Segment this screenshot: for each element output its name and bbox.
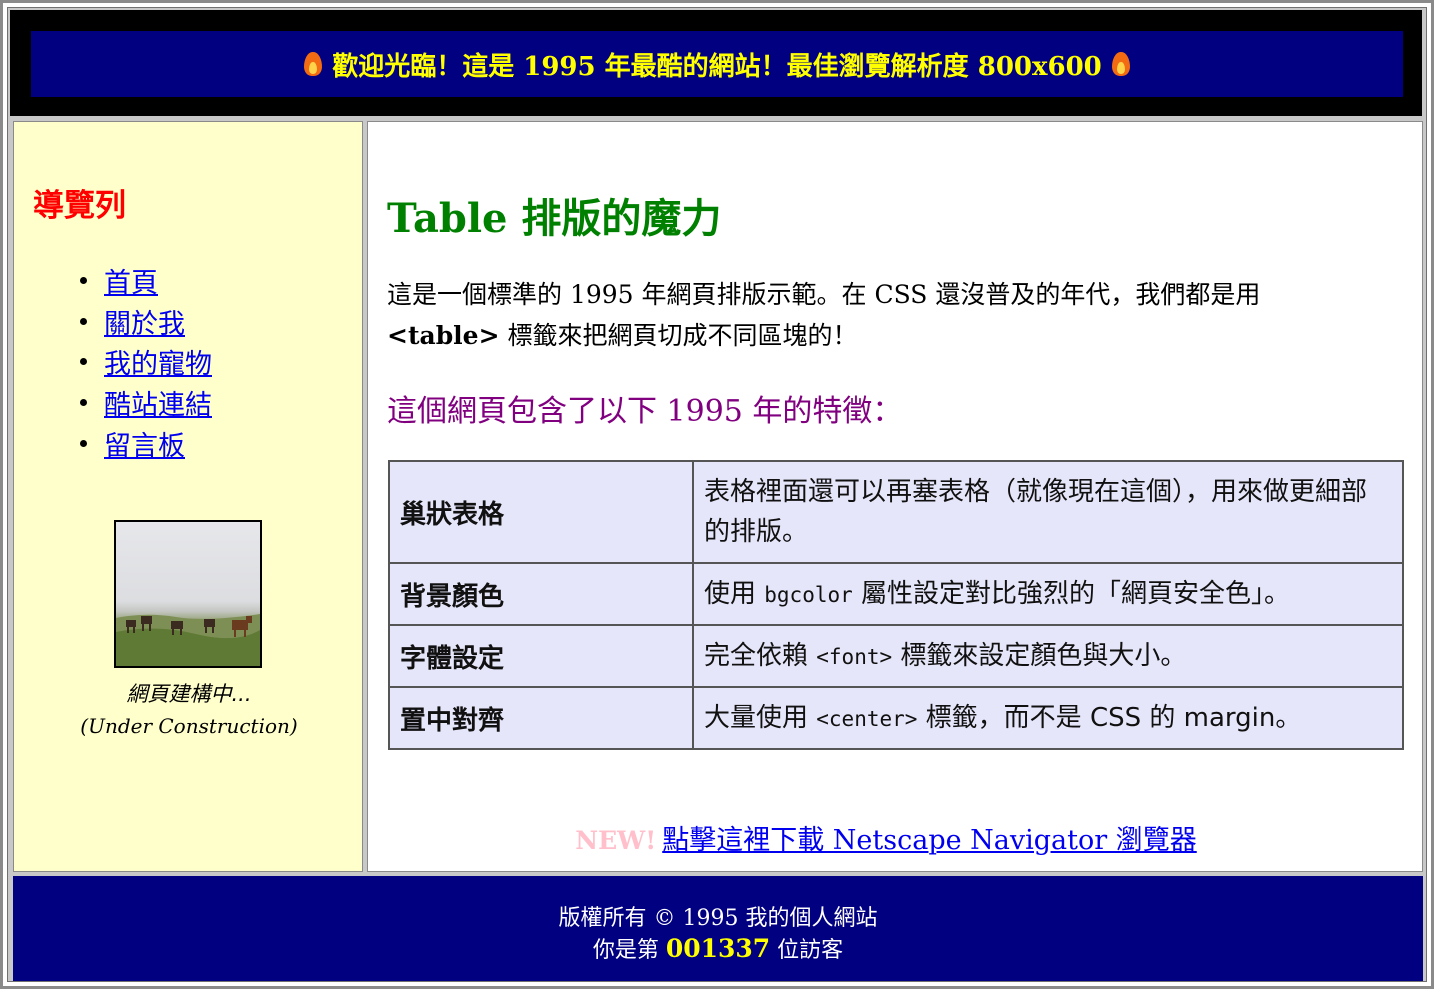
visitor-counter: 001337 bbox=[665, 934, 771, 963]
page-frame: 歡迎光臨！這是 1995 年最酷的網站！最佳瀏覽解析度 800x600 導覽列 … bbox=[0, 0, 1434, 989]
nav-title: 導覽列 bbox=[33, 188, 126, 224]
feature-description-text: 屬性設定對比強烈的「網頁安全色」。 bbox=[852, 578, 1291, 609]
header: 歡迎光臨！這是 1995 年最酷的網站！最佳瀏覽解析度 800x600 bbox=[10, 10, 1422, 116]
download-section: NEW! 點擊這裡下載 Netscape Navigator 瀏覽器 bbox=[368, 818, 1404, 857]
nav-link-guestbook[interactable]: 留言板 bbox=[104, 424, 185, 463]
construction-caption-en: (Under Construction) bbox=[80, 714, 298, 738]
nav-link-pets[interactable]: 我的寵物 bbox=[104, 342, 212, 381]
feature-description-text: 標籤，而不是 CSS 的 margin。 bbox=[917, 702, 1302, 733]
feature-description: 表格裡面還可以再塞表格（就像現在這個），用來做更細部的排版。 bbox=[692, 460, 1404, 564]
intro-paragraph: 這是一個標準的 1995 年網頁排版示範。在 CSS 還沒普及的年代，我們都是用… bbox=[387, 274, 1387, 356]
visitor-suffix: 位訪客 bbox=[770, 938, 844, 963]
features-table: 巢狀表格 表格裡面還可以再塞表格（就像現在這個），用來做更細部的排版。 背景顏色… bbox=[388, 460, 1404, 750]
nav-link-cool-links[interactable]: 酷站連結 bbox=[104, 383, 212, 422]
feature-name: 背景顏色 bbox=[388, 562, 694, 626]
banner-text: 歡迎光臨！這是 1995 年最酷的網站！最佳瀏覽解析度 800x600 bbox=[332, 51, 1102, 82]
nav-list: 首頁 關於我 我的寵物 酷站連結 留言板 bbox=[80, 260, 212, 463]
feature-description-text: 完全依賴 bbox=[704, 640, 817, 671]
feature-name: 字體設定 bbox=[388, 624, 694, 688]
nav-item-cool-links: 酷站連結 bbox=[80, 382, 212, 423]
nav-item-guestbook: 留言板 bbox=[80, 423, 212, 464]
feature-description-text: 表格裡面還可以再塞表格（就像現在這個），用來做更細部的排版。 bbox=[704, 477, 1368, 547]
table-row: 背景顏色 使用 bgcolor 屬性設定對比強烈的「網頁安全色」。 bbox=[388, 562, 1404, 626]
intro-table-tag: <table> bbox=[387, 321, 500, 350]
main-content: Table 排版的魔力 這是一個標準的 1995 年網頁排版示範。在 CSS 還… bbox=[367, 121, 1423, 872]
copyright-text: 版權所有 © 1995 我的個人網站 bbox=[558, 906, 878, 931]
feature-description: 大量使用 <center> 標籤，而不是 CSS 的 margin。 bbox=[692, 686, 1404, 750]
nav-item-about: 關於我 bbox=[80, 301, 212, 342]
fire-icon bbox=[302, 49, 324, 79]
construction-caption: 網頁建構中... bbox=[126, 682, 252, 706]
feature-code: bgcolor bbox=[764, 582, 853, 607]
feature-name: 巢狀表格 bbox=[388, 460, 694, 564]
nav-item-home: 首頁 bbox=[80, 260, 212, 301]
feature-name: 置中對齊 bbox=[388, 686, 694, 750]
table-row: 置中對齊 大量使用 <center> 標籤，而不是 CSS 的 margin。 bbox=[388, 686, 1404, 750]
nav-link-home[interactable]: 首頁 bbox=[104, 261, 158, 300]
feature-description: 完全依賴 <font> 標籤來設定顏色與大小。 bbox=[692, 624, 1404, 688]
new-badge: NEW! bbox=[575, 826, 657, 855]
page-title: Table 排版的魔力 bbox=[387, 195, 722, 242]
feature-description-text: 大量使用 bbox=[704, 702, 817, 733]
intro-text: 這是一個標準的 1995 年網頁排版示範。在 CSS 還沒普及的年代，我們都是用 bbox=[387, 280, 1261, 309]
feature-description: 使用 bgcolor 屬性設定對比強烈的「網頁安全色」。 bbox=[692, 562, 1404, 626]
feature-description-text: 使用 bbox=[704, 578, 765, 609]
footer: 版權所有 © 1995 我的個人網站 你是第 001337 位訪客 bbox=[13, 876, 1423, 981]
sidebar: 導覽列 首頁 關於我 我的寵物 酷站連結 留言板 網頁建構中... (Under… bbox=[13, 121, 363, 872]
nav-link-about[interactable]: 關於我 bbox=[104, 302, 185, 341]
visitor-prefix: 你是第 bbox=[592, 938, 666, 963]
intro-text-end: 標籤來把網頁切成不同區塊的！ bbox=[499, 321, 858, 350]
table-row: 字體設定 完全依賴 <font> 標籤來設定顏色與大小。 bbox=[388, 624, 1404, 688]
table-row: 巢狀表格 表格裡面還可以再塞表格（就像現在這個），用來做更細部的排版。 bbox=[388, 460, 1404, 564]
feature-description-text: 標籤來設定顏色與大小。 bbox=[892, 640, 1187, 671]
feature-code: <font> bbox=[816, 644, 893, 669]
horses-photo-art bbox=[116, 614, 260, 666]
nav-item-pets: 我的寵物 bbox=[80, 341, 212, 382]
fire-icon bbox=[1110, 49, 1132, 79]
horses-photo bbox=[114, 520, 262, 668]
feature-code: <center> bbox=[816, 706, 918, 731]
visitor-counter-line: 你是第 001337 位訪客 bbox=[13, 932, 1423, 964]
header-banner: 歡迎光臨！這是 1995 年最酷的網站！最佳瀏覽解析度 800x600 bbox=[31, 31, 1403, 97]
netscape-download-link[interactable]: 點擊這裡下載 Netscape Navigator 瀏覽器 bbox=[662, 825, 1197, 856]
features-subtitle: 這個網頁包含了以下 1995 年的特徵： bbox=[387, 394, 903, 429]
